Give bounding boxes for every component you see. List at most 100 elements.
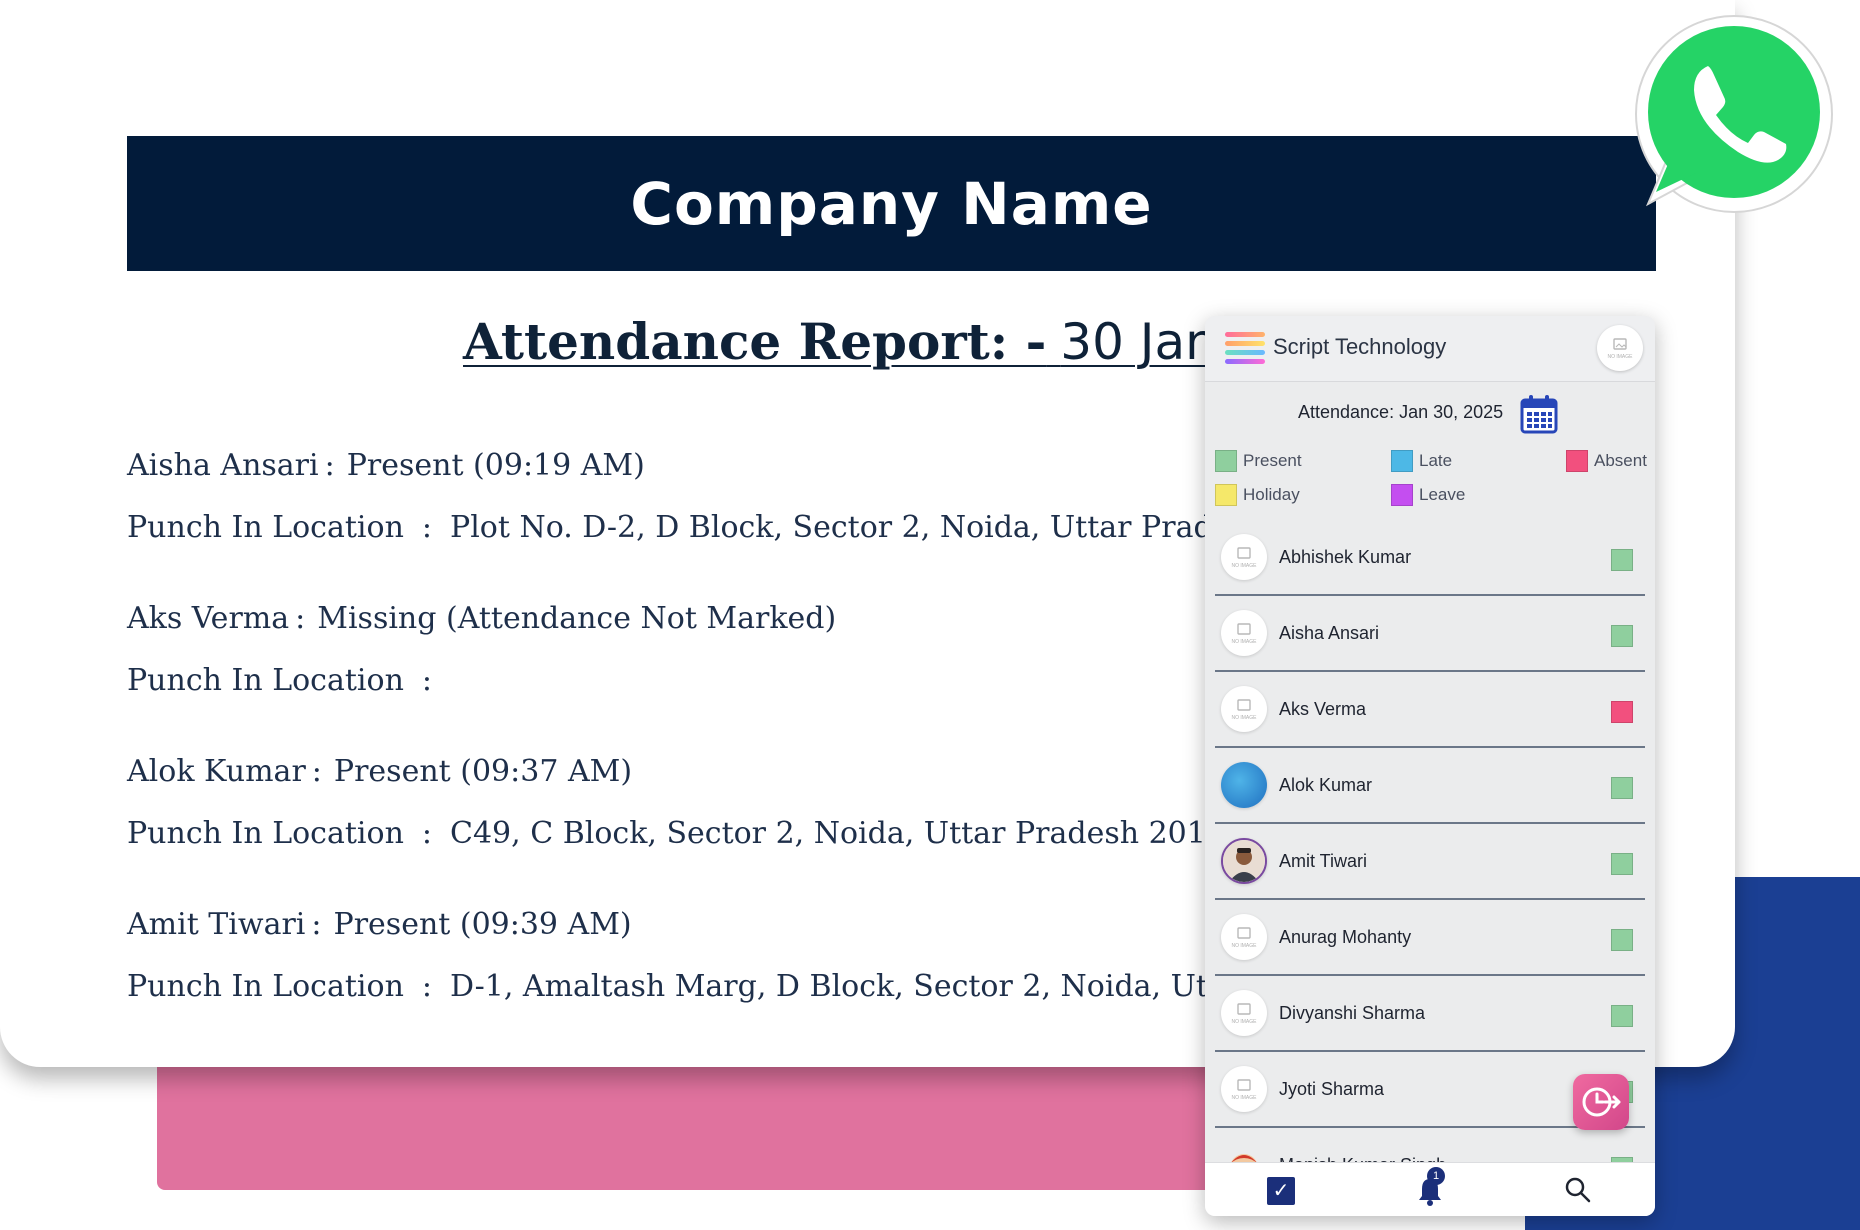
legend-label: Leave — [1419, 485, 1466, 504]
entry-location: Plot No. D-2, D Block, Sector 2, Noida, … — [450, 510, 1266, 545]
avatar: NO IMAGE — [1221, 534, 1267, 580]
entry-status: Present (09:37 AM) — [333, 754, 633, 789]
legend-swatch — [1215, 450, 1237, 472]
no-image-text: NO IMAGE — [1607, 354, 1633, 360]
avatar: NO IMAGE — [1221, 1066, 1267, 1112]
avatar: NO IMAGE — [1221, 686, 1267, 732]
legend-swatch — [1215, 484, 1237, 506]
employee-name: Jyoti Sharma — [1279, 1079, 1385, 1099]
logout-button[interactable] — [1573, 1074, 1629, 1130]
avatar — [1221, 838, 1267, 884]
entry-location-label: Punch In Location — [127, 510, 404, 545]
notification-count-badge: 1 — [1427, 1167, 1445, 1185]
whatsapp-icon — [1635, 15, 1833, 213]
entry-separator: : — [421, 510, 433, 545]
list-item[interactable]: NO IMAGE Anurag Mohanty — [1215, 900, 1645, 976]
profile-avatar[interactable]: NO IMAGE — [1597, 325, 1643, 371]
report-entry: Amit Tiwari: Present (09:39 AM) Punch In … — [127, 907, 1274, 1060]
no-image-text: NO IMAGE — [1231, 943, 1257, 949]
no-image-icon: NO IMAGE — [1231, 1003, 1257, 1025]
employee-name: Aks Verma — [1279, 699, 1367, 719]
employee-name: Alok Kumar — [1279, 775, 1373, 795]
legend-late: Late — [1391, 450, 1452, 472]
entry-status: Missing (Attendance Not Marked) — [317, 601, 837, 636]
list-item[interactable]: NO IMAGE Divyanshi Sharma — [1215, 976, 1645, 1052]
legend-swatch — [1391, 484, 1413, 506]
employee-name: Amit Tiwari — [1279, 851, 1368, 871]
status-badge — [1611, 853, 1633, 875]
no-image-icon: NO IMAGE — [1607, 338, 1633, 360]
status-badge — [1611, 777, 1633, 799]
entry-location-label: Punch In Location — [127, 969, 404, 1004]
user-photo-icon — [1223, 840, 1265, 882]
app-header: Script Technology NO IMAGE — [1205, 316, 1655, 382]
list-item[interactable]: Amit Tiwari — [1215, 824, 1645, 900]
list-item[interactable]: Alok Kumar — [1215, 748, 1645, 824]
no-image-icon: NO IMAGE — [1231, 547, 1257, 569]
entry-separator: : — [421, 663, 433, 698]
status-badge — [1611, 1005, 1633, 1027]
list-item[interactable]: NO IMAGE Abhishek Kumar — [1215, 520, 1645, 596]
entry-name: Aisha Ansari — [127, 448, 319, 483]
checkbox-icon[interactable]: ✓ — [1267, 1177, 1295, 1205]
entry-separator: : — [311, 754, 322, 789]
no-image-icon: NO IMAGE — [1231, 1079, 1257, 1101]
logout-clock-icon — [1582, 1087, 1621, 1117]
entry-location-label: Punch In Location — [127, 816, 404, 851]
status-legend: Present Late Absent Holiday Leave — [1211, 442, 1655, 514]
no-image-text: NO IMAGE — [1231, 715, 1257, 721]
no-image-text: NO IMAGE — [1231, 1019, 1257, 1025]
company-header: Company Name — [127, 136, 1656, 271]
status-badge — [1611, 625, 1633, 647]
employee-name: Anurag Mohanty — [1279, 927, 1412, 947]
app-title: Script Technology — [1273, 334, 1447, 359]
entry-separator: : — [295, 601, 306, 636]
status-badge — [1611, 701, 1633, 723]
report-entry: Aisha Ansari: Present (09:19 AM) Punch In… — [127, 448, 1265, 601]
entry-location: D-1, Amaltash Marg, D Block, Sector 2, N… — [450, 969, 1274, 1004]
company-name: Company Name — [630, 169, 1153, 238]
avatar: NO IMAGE — [1221, 990, 1267, 1036]
employee-name: Divyanshi Sharma — [1279, 1003, 1426, 1023]
report-entries: Aisha Ansari: Present (09:19 AM) Punch In… — [127, 448, 1274, 1060]
report-title-label: Attendance Report: - — [463, 312, 1047, 371]
entry-separator: : — [421, 816, 433, 851]
no-image-icon: NO IMAGE — [1231, 623, 1257, 645]
list-item[interactable]: NO IMAGE Aks Verma — [1215, 672, 1645, 748]
attendance-date-row: Attendance: Jan 30, 2025 — [1205, 388, 1655, 438]
avatar — [1221, 762, 1267, 808]
entry-name: Amit Tiwari — [127, 907, 306, 942]
bottom-navigation: ✓ 1 — [1205, 1162, 1655, 1216]
employee-name: Aisha Ansari — [1279, 623, 1380, 643]
legend-absent: Absent — [1566, 450, 1647, 472]
search-icon[interactable] — [1563, 1175, 1593, 1205]
attendance-date: Attendance: Jan 30, 2025 — [1298, 402, 1504, 422]
no-image-text: NO IMAGE — [1231, 639, 1257, 645]
status-badge — [1611, 929, 1633, 951]
report-title: Attendance Report: - 30 Jan 2 — [463, 312, 1265, 371]
mobile-app-panel: Script Technology NO IMAGE Attendance: J… — [1205, 316, 1655, 1216]
report-entry: Alok Kumar: Present (09:37 AM) Punch In L… — [127, 754, 1273, 907]
no-image-icon: NO IMAGE — [1231, 927, 1257, 949]
legend-swatch — [1566, 450, 1588, 472]
report-entry: Aks Verma: Missing (Attendance Not Marked… — [127, 601, 1227, 754]
legend-label: Late — [1419, 451, 1453, 470]
employee-name: Abhishek Kumar — [1279, 547, 1412, 567]
no-image-icon: NO IMAGE — [1231, 699, 1257, 721]
entry-status: Present (09:19 AM) — [346, 448, 645, 483]
calendar-icon[interactable] — [1520, 394, 1558, 434]
no-image-text: NO IMAGE — [1231, 1095, 1257, 1101]
entry-status: Present (09:39 AM) — [333, 907, 632, 942]
entry-name: Alok Kumar — [127, 754, 306, 789]
entry-location-label: Punch In Location — [127, 663, 404, 698]
status-badge — [1611, 549, 1633, 571]
entry-separator: : — [311, 907, 322, 942]
legend-label: Present — [1243, 451, 1302, 470]
avatar: NO IMAGE — [1221, 610, 1267, 656]
legend-holiday: Holiday — [1215, 484, 1300, 506]
legend-label: Holiday — [1243, 485, 1300, 504]
hamburger-gradient-icon[interactable] — [1225, 332, 1265, 364]
list-item[interactable]: NO IMAGE Aisha Ansari — [1215, 596, 1645, 672]
legend-label: Absent — [1594, 451, 1647, 470]
entry-name: Aks Verma — [127, 601, 290, 636]
